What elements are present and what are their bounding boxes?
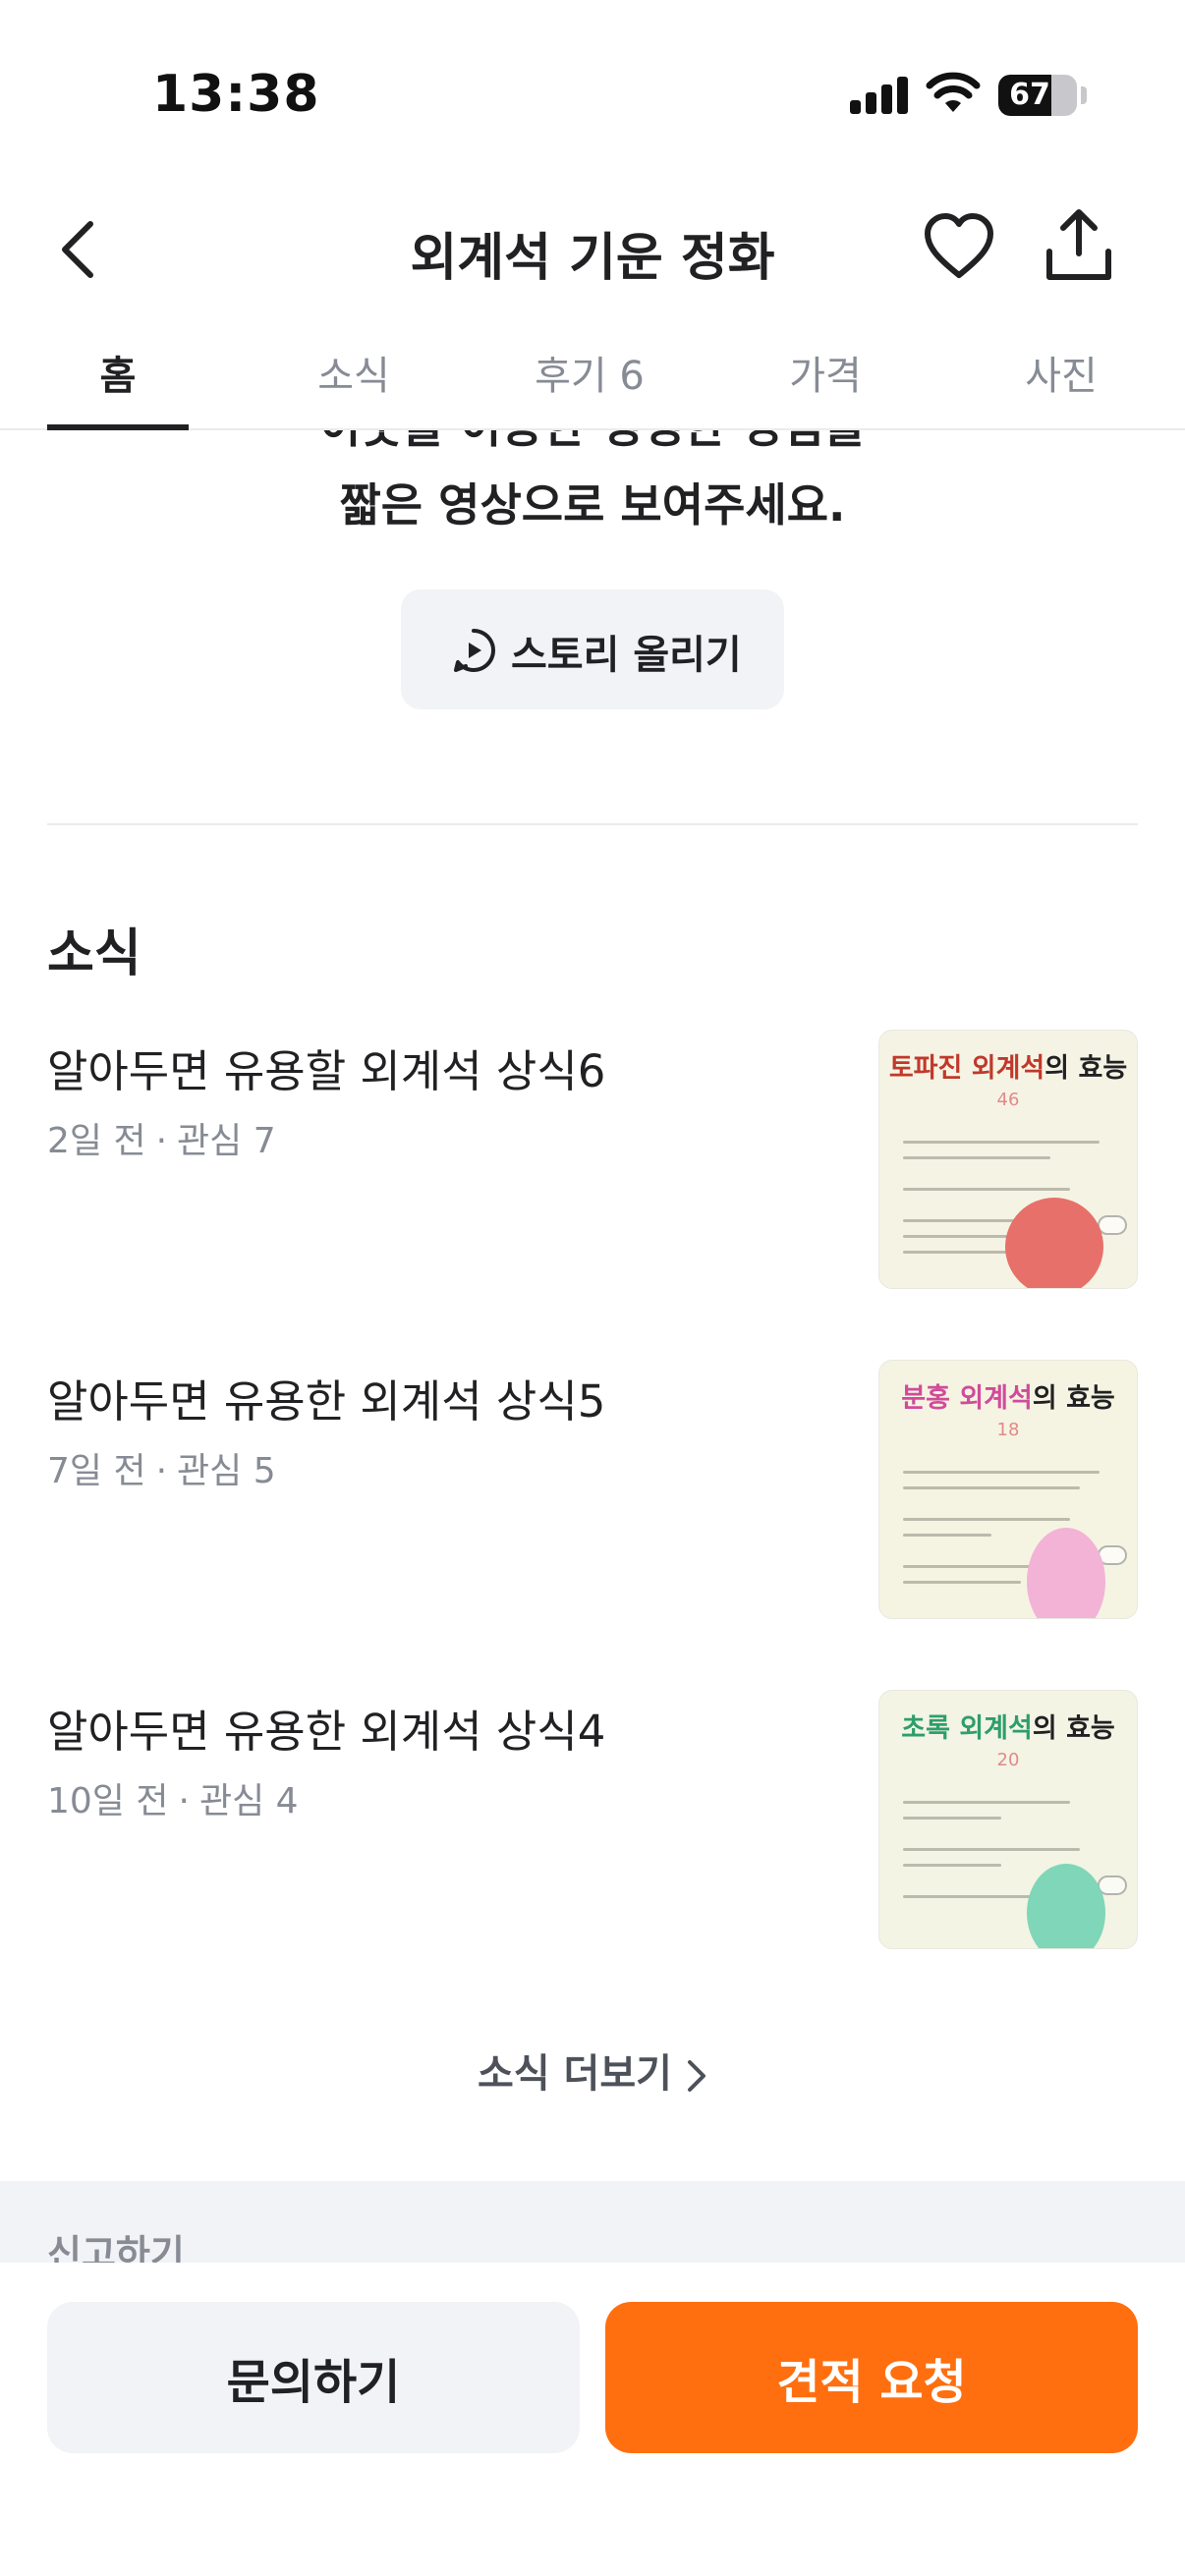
tab-bar: 홈 소식 후기 6 가격 사진 [0,314,1185,430]
news-item-meta: 2일 전 · 관심 7 [47,1121,276,1161]
report-link[interactable]: 신고하기 [47,2223,185,2263]
quote-request-button[interactable]: 견적 요청 [605,2302,1138,2453]
page-title: 외계석 기운 정화 [410,229,775,288]
inquiry-button[interactable]: 문의하기 [47,2302,580,2453]
thumbnail-title-colored: 분홍 외계석 [901,1383,1033,1414]
news-item-interest: 관심 4 [198,1781,299,1821]
tab-photos[interactable]: 사진 [943,344,1179,401]
battery-percent: 67 [1009,78,1050,112]
active-tab-indicator [47,424,189,430]
news-item[interactable]: 알아두면 유용한 외계석 상식5 7일 전 · 관심 5 분홍 외계석의 효능 18 [47,1360,1138,1619]
bottom-action-bar: 문의하기 견적 요청 [0,2263,1185,2576]
section-divider [47,823,1138,825]
thumbnail-title: 토파진 외계석의 효능 [879,1046,1137,1085]
share-icon[interactable] [1040,204,1118,287]
thumbnail-number: 46 [996,1090,1020,1110]
thumbnail-title-rest: 의 효능 [1032,1713,1115,1744]
story-prompt-line2: 짧은 영상으로 보여주세요. [339,478,846,532]
status-bar: 13:38 67 [0,0,1185,187]
news-item[interactable]: 알아두면 유용한 외계석 상식4 10일 전 · 관심 4 초록 외계석의 효능 2… [47,1690,1138,1949]
thumbnail-title-colored: 토파진 외계석 [888,1053,1045,1084]
news-item-meta: 10일 전 · 관심 4 [47,1781,299,1821]
chevron-right-icon [687,2060,705,2092]
more-news-link[interactable]: 소식 더보기 [0,2042,1185,2099]
news-section-title: 소식 [47,924,141,983]
wifi-icon [926,72,981,112]
story-play-icon [454,629,495,672]
news-item-age: 10일 전 [47,1781,169,1821]
cellular-signal-icon [850,77,909,114]
header: 외계석 기운 정화 [0,187,1185,314]
tab-price[interactable]: 가격 [707,344,943,401]
thumbnail-title-rest: 의 효능 [1032,1383,1115,1414]
story-upload-button[interactable]: 스토리 올리기 [401,589,784,709]
thumbnail-number: 18 [996,1420,1020,1440]
news-thumbnail: 분홍 외계석의 효능 18 [878,1360,1138,1619]
thumbnail-title-rest: 의 효능 [1044,1053,1128,1084]
news-item[interactable]: 알아두면 유용할 외계석 상식6 2일 전 · 관심 7 토파진 외계석의 효능 4… [47,1030,1138,1289]
battery-icon: 67 [998,75,1077,116]
thumbnail-title-colored: 초록 외계석 [901,1713,1033,1744]
news-item-age: 2일 전 [47,1121,146,1161]
news-item-meta: 7일 전 · 관심 5 [47,1451,276,1491]
scroll-content[interactable]: 이웃을 이용한 생생한 경험을 짧은 영상으로 보여주세요. 스토리 올리기 소… [0,430,1185,2263]
tab-reviews[interactable]: 후기 6 [472,344,707,401]
heart-icon[interactable] [920,208,998,287]
more-news-label: 소식 더보기 [478,2051,672,2097]
news-item-title: 알아두면 유용한 외계석 상식5 [47,1375,606,1428]
thumbnail-title: 초록 외계석의 효능 [879,1707,1137,1745]
tab-home[interactable]: 홈 [0,344,236,401]
news-thumbnail: 초록 외계석의 효능 20 [878,1690,1138,1949]
thumbnail-title: 분홍 외계석의 효능 [879,1376,1137,1415]
news-thumbnail: 토파진 외계석의 효능 46 [878,1030,1138,1289]
story-prompt-line1: 이웃을 이용한 생생한 경험을 [0,430,1185,456]
thumbnail-gem [1027,1864,1105,1948]
thumbnail-gem [1027,1528,1105,1618]
news-item-interest: 관심 7 [177,1121,276,1161]
story-upload-label: 스토리 올리기 [511,633,742,678]
news-item-age: 7일 전 [47,1451,146,1491]
news-item-title: 알아두면 유용한 외계석 상식4 [47,1706,606,1758]
page: 13:38 67 외계석 기운 정화 홈 소식 후기 6 가격 사진 짧은 영상… [0,0,1185,2576]
news-item-title: 알아두면 유용할 외계석 상식6 [47,1045,606,1097]
status-time: 13:38 [152,65,320,124]
tab-news[interactable]: 소식 [236,344,472,401]
thumbnail-number: 20 [996,1750,1020,1770]
thumbnail-gem [1005,1198,1103,1288]
battery-cap [1081,86,1087,104]
news-item-interest: 관심 5 [177,1451,276,1491]
